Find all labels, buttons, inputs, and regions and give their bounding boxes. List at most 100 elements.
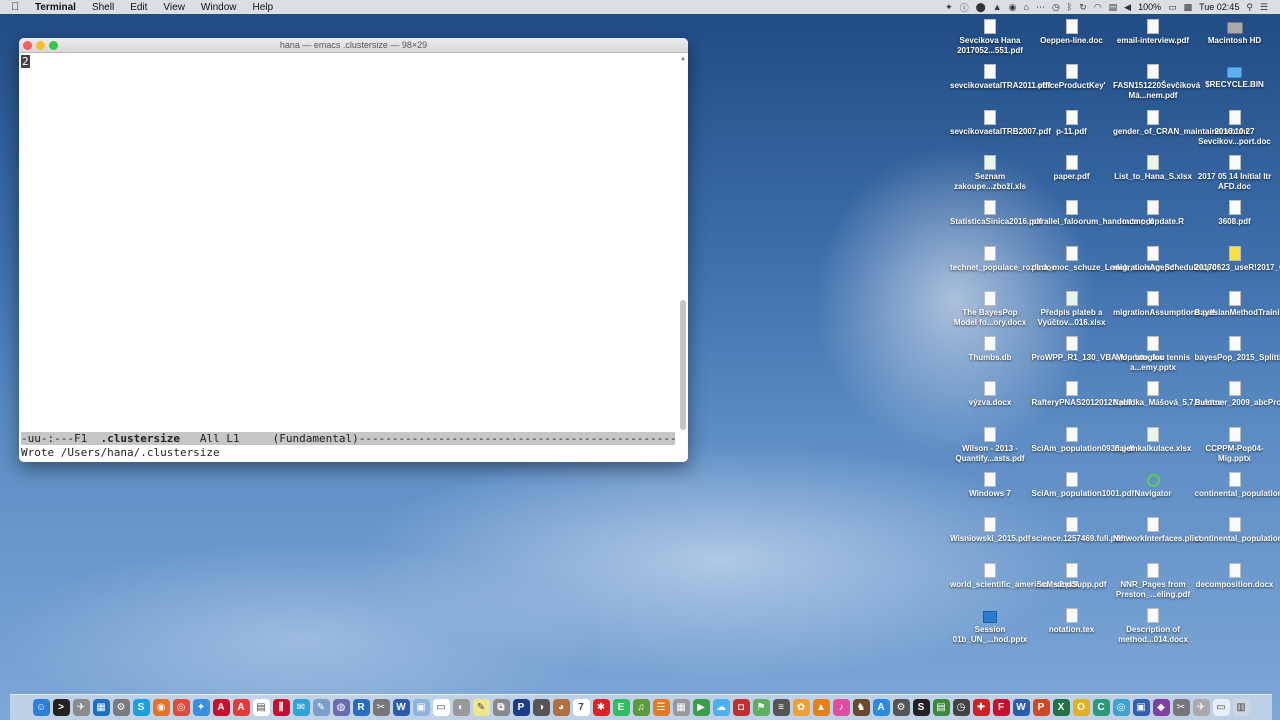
dock-windows-icon[interactable]: ▦ <box>92 699 110 716</box>
dock-app-bubbles-icon[interactable]: ◎ <box>1112 699 1130 716</box>
desktop-icon[interactable]: continental_population_pr...ion2.png <box>1195 514 1280 544</box>
dock-app-wrench-icon[interactable]: ✂ <box>1172 699 1190 716</box>
menu-help[interactable]: Help <box>253 2 274 13</box>
dock-chrome-icon[interactable]: ◎ <box>172 699 190 716</box>
menu-edit[interactable]: Edit <box>130 2 147 13</box>
desktop-icon[interactable]: Sevcikova Hana 2017052...551.pdf <box>950 16 1030 56</box>
desktop-icon[interactable]: najemkalkulace.xlsx <box>1113 424 1193 454</box>
battery-percent[interactable]: 100% <box>1138 2 1161 12</box>
desktop-icon[interactable]: Thumbs.db <box>950 333 1030 363</box>
menu-view[interactable]: View <box>163 2 185 13</box>
desktop-icon[interactable]: Seznam zakoupe...zboží.xls <box>950 152 1030 192</box>
dock-app-gray-icon[interactable]: ▦ <box>672 699 690 716</box>
desktop-icon[interactable]: ProWPP_R1_130_VBA_Update.doc <box>1032 333 1165 363</box>
desktop-icon[interactable]: mcmc_update.R <box>1113 197 1193 227</box>
dock-chess-icon[interactable]: ♞ <box>852 699 870 716</box>
dock-skype-icon[interactable]: S <box>132 699 150 716</box>
dock-acrobat-reader-icon[interactable]: A <box>232 699 250 716</box>
desktop-icon[interactable]: Oeppen-line.doc <box>1032 16 1112 46</box>
desktop-icon[interactable]: world_scientific_american_v2.pdf <box>950 560 1078 590</box>
desktop-icon[interactable]: gender_of_CRAN_maintainers.html <box>1113 107 1248 137</box>
dock-network-icon[interactable]: ⧉ <box>492 699 510 716</box>
desktop-icon[interactable]: BayesianMethodTrainingHandout.pdf <box>1195 288 1280 318</box>
dock-messages-icon[interactable]: ☁ <box>712 699 730 716</box>
dock-acrobat-icon[interactable]: A <box>212 699 230 716</box>
dock-browser-icon[interactable]: ◍ <box>332 699 350 716</box>
dock-photo-booth-icon[interactable]: ◘ <box>732 699 750 716</box>
bluetooth-icon[interactable]: ᛒ <box>1067 2 1072 12</box>
notification-center-icon[interactable]: ☰ <box>1260 2 1268 13</box>
desktop-icon[interactable]: paper.pdf <box>1032 152 1112 182</box>
desktop-icon[interactable]: 20170623_useR!2017_Co...hure.pdf <box>1195 243 1280 273</box>
dock-calendar-icon[interactable]: ▤ <box>252 699 270 716</box>
scroll-up-arrow-icon[interactable]: ▲ <box>679 55 687 62</box>
desktop-icon[interactable]: bayesPop_2015_SplittingPr..._PG.docx <box>1195 333 1280 363</box>
desktop-icon[interactable]: technet_populace_rozh.doc <box>950 243 1056 273</box>
sync-icon[interactable]: ↻ <box>1079 2 1087 13</box>
dock-app-blue-icon[interactable]: ▣ <box>1132 699 1150 716</box>
dock-word-2-icon[interactable]: W <box>1012 699 1030 716</box>
dock-excel-icon[interactable]: X <box>1052 699 1070 716</box>
dock-scrivener-icon[interactable]: S <box>912 699 930 716</box>
dock-preview-icon[interactable]: ▣ <box>412 699 430 716</box>
desktop-icon[interactable]: CCPPM-Pop04-Mig.pptx <box>1195 424 1275 464</box>
desktop-icon[interactable]: continental_population_pr...ction.pdf <box>1195 469 1280 499</box>
dock-filezilla-icon[interactable]: F <box>992 699 1010 716</box>
flag-icon[interactable]: ▩ <box>1184 2 1193 13</box>
desktop-icon[interactable]: Description of method...014.docx <box>1113 605 1193 645</box>
dock-safari-icon[interactable]: ✦ <box>192 699 210 716</box>
dock-system-prefs-icon[interactable]: ⚙ <box>112 699 130 716</box>
menu-shell[interactable]: Shell <box>92 2 114 13</box>
scrollbar[interactable]: ▲ <box>679 55 687 435</box>
desktop-icon[interactable]: RafteryPNAS20120128.pdf <box>1032 378 1132 408</box>
desktop-icon[interactable]: decomposition.docx <box>1195 560 1275 590</box>
spotlight-search-icon[interactable]: ⚲ <box>1246 2 1253 13</box>
eye-icon[interactable]: ◉ <box>1009 2 1017 13</box>
desktop-icon[interactable]: Předpis plateb a Vyúčtov...016.xlsx <box>1032 288 1112 328</box>
desktop-icon[interactable]: migrationAgeSchedules.pdf <box>1113 243 1219 273</box>
emacs-buffer[interactable]: 2 ▲ -uu-:---F1 .clustersize All L1 (Fund… <box>19 53 688 462</box>
dock-pdf-icon[interactable]: P <box>512 699 530 716</box>
wifi-icon[interactable]: ◠ <box>1094 2 1102 13</box>
desktop-icon[interactable]: sevcikovaetalTRB2007.pdf <box>950 107 1051 137</box>
dock-firefox-icon[interactable]: ◉ <box>152 699 170 716</box>
dock-finder-icon[interactable]: ☺ <box>32 699 50 716</box>
desktop-icon[interactable]: plna_moc_schuze_Ledok_s...isem.pdf <box>1032 243 1177 273</box>
warning-icon[interactable]: ▲ <box>993 2 1002 12</box>
dock-itunes-2-icon[interactable]: ♪ <box>832 699 850 716</box>
history-icon[interactable]: ◷ <box>1052 2 1060 13</box>
menu-window[interactable]: Window <box>201 2 237 13</box>
dock-launchpad-icon[interactable]: ✈ <box>72 699 90 716</box>
close-button-icon[interactable] <box>23 41 32 50</box>
desktop-icon[interactable]: The BayesPop Model fo...ory.docx <box>950 288 1030 328</box>
desktop-icon[interactable]: Wilson - 2013 - Quantify...asts.pdf <box>950 424 1030 464</box>
desktop-icon[interactable]: Macintosh HD <box>1195 16 1275 46</box>
dock-parallels-icon[interactable]: ⫼ <box>272 699 290 716</box>
dock-app-c-icon[interactable]: C <box>1092 699 1110 716</box>
dock-app-store-icon[interactable]: A <box>872 699 890 716</box>
battery-icon[interactable]: ▭ <box>1168 2 1177 13</box>
dropbox-icon[interactable]: ✦ <box>945 2 953 13</box>
desktop-icon[interactable]: Mouratoglou tennis a...emy.pptx <box>1113 333 1193 373</box>
desktop-icon[interactable]: 2017 05 14 Initial ltr AFD.doc <box>1195 152 1275 192</box>
dock-calculator-icon[interactable]: ≡ <box>772 699 790 716</box>
dock-r-app-icon[interactable]: R <box>352 699 370 716</box>
scrollbar-thumb[interactable] <box>680 300 686 430</box>
dock-facetime-icon[interactable]: ▶ <box>692 699 710 716</box>
desktop-icon[interactable]: SciAm_population1001.pdf <box>1032 469 1134 499</box>
desktop-icon[interactable]: FASN151220Ševčíková Má...nem.pdf <box>1113 61 1200 101</box>
dock-evernote-icon[interactable]: E <box>612 699 630 716</box>
dock-spotify-icon[interactable]: ✱ <box>592 699 610 716</box>
volume-icon[interactable]: ◀ <box>1124 2 1131 13</box>
buffer-text-line[interactable]: 2 <box>21 55 30 68</box>
dock-maps-icon[interactable]: ⚑ <box>752 699 770 716</box>
dock-mail-icon[interactable]: ✉ <box>292 699 310 716</box>
desktop-icon[interactable]: List_to_Hana_S.xlsx <box>1113 152 1193 182</box>
apple-menu-icon[interactable]:  <box>11 1 25 13</box>
clock[interactable]: Tue 02:45 <box>1199 2 1239 12</box>
dock-notes-icon[interactable]: ✎ <box>472 699 490 716</box>
dock-app-red-icon[interactable]: ✚ <box>972 699 990 716</box>
zoom-button-icon[interactable] <box>49 41 58 50</box>
dock-trash-icon[interactable]: ▥ <box>1232 699 1250 716</box>
desktop-icon[interactable]: $RECYCLE.BIN <box>1195 61 1275 90</box>
